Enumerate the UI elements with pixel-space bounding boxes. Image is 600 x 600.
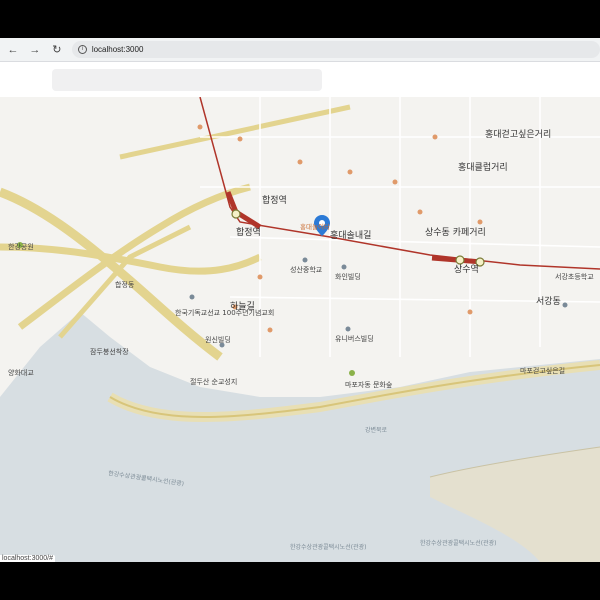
label-jeoldusan: 절두산 순교성지 — [190, 377, 237, 386]
label-seogang: 서강동 — [536, 296, 561, 307]
site-info-icon[interactable]: i — [77, 45, 87, 54]
label-seongsan: 성산중학교 — [290, 265, 323, 274]
label-gangbyeon: 강변북로 — [365, 426, 388, 434]
address-bar[interactable]: i localhost:3000 — [71, 41, 600, 58]
browser-toolbar: ← → ↻ i localhost:3000 — [0, 38, 600, 62]
status-bar-url: localhost:3000/# — [0, 555, 55, 562]
label-hangang-park: 한강공원 — [8, 242, 34, 251]
label-hongdae-club: 홍대클럽거리 — [458, 161, 508, 173]
label-yanghwa: 양화대교 — [8, 369, 34, 377]
subway-line-highlight-1 — [225, 191, 262, 230]
label-hapjeongdong: 합정동 — [115, 280, 135, 289]
park-marker — [349, 370, 355, 376]
forward-icon[interactable]: → — [26, 41, 44, 59]
label-river-route-3: 한강수상관광콜택시노선(관광) — [420, 539, 496, 547]
label-seogang-school: 서강초등학교 — [555, 272, 594, 281]
browser-window: ← → ↻ i localhost:3000 합정역 합정역 상수역 홍대걷고싶… — [0, 38, 600, 562]
back-icon[interactable]: ← — [4, 41, 22, 59]
search-input[interactable] — [52, 69, 322, 91]
label-sangsu: 상수역 — [454, 264, 479, 275]
label-mapo-garden: 마포자동 문화숲 — [345, 380, 393, 389]
label-yuni: 유니버스빌딩 — [335, 334, 374, 343]
sangsu-station-marker[interactable] — [455, 255, 465, 265]
label-hongdae-seoul: 홍대솔내길 — [330, 229, 371, 241]
yanghwa-road — [119, 104, 351, 160]
app-header — [0, 62, 600, 97]
address-text: localhost:3000 — [91, 45, 144, 54]
label-river-route-2: 한강수상관광콜택시노선(관광) — [290, 543, 366, 551]
reload-icon[interactable]: ↻ — [48, 41, 66, 59]
label-hapjeong: 합정역 — [236, 227, 261, 238]
label-hwain: 화인빌딩 — [335, 272, 361, 281]
main-road-1 — [0, 187, 223, 361]
label-hapjeong-exit: 합정역 — [262, 195, 287, 206]
label-wonsin: 원신빌딩 — [205, 335, 231, 344]
label-gallery: 홍대놀이터 — [300, 222, 330, 231]
hapjeong-station-marker[interactable] — [231, 209, 241, 219]
label-jamdu: 잠두봉선착장 — [90, 347, 129, 356]
label-sangsu-cafe: 상수동 카페거리 — [425, 227, 486, 238]
label-mapo-walk: 마포걷고싶은길 — [520, 366, 565, 375]
label-church: 한국기독교선교 100주년기념교회 — [175, 308, 274, 317]
map-canvas[interactable]: 합정역 합정역 상수역 홍대걷고싶은거리 홍대클럽거리 홍대솔내길 상수동 카페… — [0, 97, 600, 562]
label-hongdae-walk: 홍대걷고싶은거리 — [485, 128, 551, 140]
map-svg: 합정역 합정역 상수역 홍대걷고싶은거리 홍대클럽거리 홍대솔내길 상수동 카페… — [0, 97, 600, 562]
